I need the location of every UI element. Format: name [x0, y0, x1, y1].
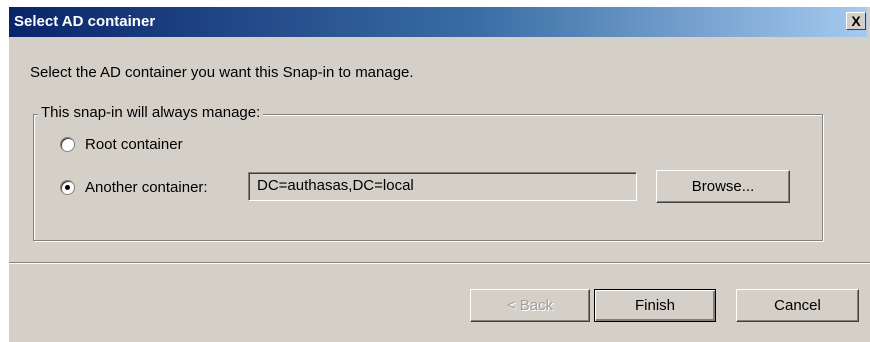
finish-button[interactable]: Finish	[594, 289, 716, 322]
close-button[interactable]: X	[846, 12, 866, 30]
container-path-field[interactable]: DC=authasas,DC=local	[248, 172, 637, 201]
window-top-edge	[0, 0, 870, 7]
another-container-label: Another container:	[85, 179, 208, 196]
root-container-label: Root container	[85, 136, 183, 153]
browse-button[interactable]: Browse...	[656, 170, 790, 203]
window-left-edge	[0, 0, 9, 342]
another-container-option[interactable]: Another container:	[60, 179, 208, 196]
back-button[interactable]: < Back	[470, 289, 590, 322]
root-container-option[interactable]: Root container	[60, 136, 183, 153]
button-separator	[9, 262, 870, 264]
another-container-radio[interactable]	[60, 180, 75, 195]
dialog-title: Select AD container	[14, 13, 156, 30]
cancel-button[interactable]: Cancel	[736, 289, 859, 322]
title-bar[interactable]: Select AD container X	[9, 7, 867, 37]
instruction-text: Select the AD container you want this Sn…	[30, 64, 414, 81]
root-container-radio[interactable]	[60, 137, 75, 152]
groupbox-legend: This snap-in will always manage:	[38, 104, 264, 121]
